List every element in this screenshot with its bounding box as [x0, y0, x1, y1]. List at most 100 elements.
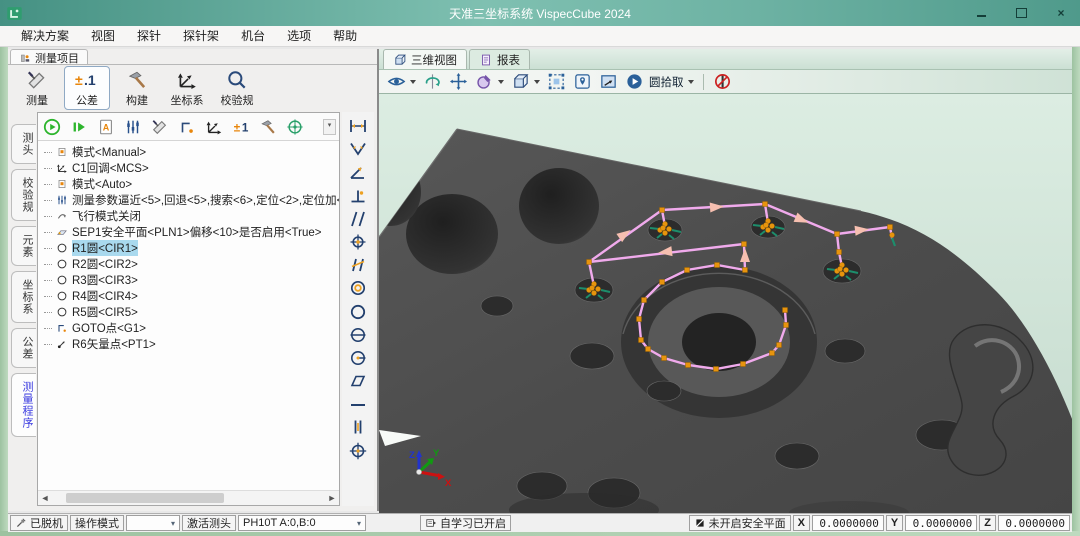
- tree-horizontal-scrollbar[interactable]: ◄ ►: [38, 490, 339, 505]
- step-run-button[interactable]: [68, 116, 90, 138]
- axis-y-label: Y: [433, 448, 440, 459]
- coordsys-tool-button[interactable]: [203, 116, 225, 138]
- tree-item-goto-point[interactable]: GOTO点<G1>: [38, 320, 339, 336]
- 3d-viewport[interactable]: Z Y X: [379, 94, 1072, 513]
- cube-view-icon[interactable]: [511, 72, 530, 91]
- circle-pick-label[interactable]: 圆拾取: [649, 74, 684, 90]
- pan-icon[interactable]: [449, 72, 468, 91]
- goto-icon: [178, 118, 196, 136]
- coord-z-label: Z: [979, 515, 996, 531]
- construct-tool-button[interactable]: [257, 116, 279, 138]
- parallelism-icon[interactable]: [348, 209, 368, 229]
- circle-icon: [56, 306, 68, 318]
- symmetry-line-icon[interactable]: [348, 348, 368, 368]
- parameters-button[interactable]: [122, 116, 144, 138]
- report-icon: [479, 53, 493, 67]
- perpendicularity-icon[interactable]: [348, 186, 368, 206]
- menu-probe-rack[interactable]: 探针架: [172, 26, 230, 47]
- flatness-icon[interactable]: [348, 371, 368, 391]
- fit-window-icon[interactable]: [599, 72, 618, 91]
- disable-probe-icon[interactable]: [713, 72, 732, 91]
- gauge-button[interactable]: 校验规: [214, 66, 260, 110]
- chevron-down-icon[interactable]: [688, 80, 694, 84]
- operation-mode-select[interactable]: ▾: [126, 515, 180, 531]
- close-icon[interactable]: ×: [1050, 4, 1072, 22]
- menu-probe[interactable]: 探针: [126, 26, 172, 47]
- minimize-icon[interactable]: [970, 4, 992, 22]
- locate-button[interactable]: [284, 116, 306, 138]
- tab-3d-view[interactable]: 三维视图: [383, 49, 467, 69]
- tree-item-circle-r4[interactable]: R4圆<CIR4>: [38, 288, 339, 304]
- concentricity-icon[interactable]: [348, 278, 368, 298]
- side-tab-probe[interactable]: 测头: [11, 124, 36, 164]
- tree-item-circle-r1[interactable]: R1圆<CIR1>: [38, 240, 339, 256]
- active-probe-label: 激活测头: [182, 515, 236, 531]
- rotate-icon[interactable]: [423, 72, 442, 91]
- run-button[interactable]: [41, 116, 63, 138]
- measure-button[interactable]: 测量: [14, 66, 60, 110]
- menu-machine[interactable]: 机台: [230, 26, 276, 47]
- view-eye-icon[interactable]: [387, 72, 406, 91]
- position-icon[interactable]: [348, 232, 368, 252]
- menu-help[interactable]: 帮助: [322, 26, 368, 47]
- side-tab-elements[interactable]: 元素: [11, 226, 36, 266]
- application-window: 天准三坐标系统 VispecCube 2024 × 解决方案 视图 探针 探针架…: [0, 0, 1080, 536]
- circle-icon: [56, 242, 68, 254]
- zoom-region-icon[interactable]: [547, 72, 566, 91]
- tab-measurement-project[interactable]: 测量项目: [10, 49, 88, 65]
- tree-item-circle-r2[interactable]: R2圆<CIR2>: [38, 256, 339, 272]
- menu-view[interactable]: 视图: [80, 26, 126, 47]
- tree-item-circle-r5[interactable]: R5圆<CIR5>: [38, 304, 339, 320]
- 3d-view-icon: [393, 53, 407, 67]
- chevron-down-icon[interactable]: [410, 80, 416, 84]
- tree-item-safety-plane[interactable]: SEP1安全平面<PLN1>偏移<10>是否启用<True>: [38, 224, 339, 240]
- coord-x-value: 0.0000000: [812, 515, 884, 531]
- menu-options[interactable]: 选项: [276, 26, 322, 47]
- scroll-right-icon[interactable]: ►: [325, 493, 339, 503]
- tree-item-mode-auto[interactable]: 模式<Auto>: [38, 176, 339, 192]
- tolerance-tool-button[interactable]: [230, 116, 252, 138]
- tree-item-measure-params[interactable]: 测量参数逼近<5>,回退<5>,搜索<6>,定位<2>,定位加<2>,测量: [38, 192, 339, 208]
- tree-item-vector-point[interactable]: R6矢量点<PT1>: [38, 336, 339, 352]
- axis-z-label: Z: [409, 450, 415, 461]
- tree-item-fly-mode[interactable]: 飞行模式关闭: [38, 208, 339, 224]
- construct-button[interactable]: 构建: [114, 66, 160, 110]
- view-toolbar: 圆拾取: [379, 70, 1072, 94]
- side-tab-coordsys[interactable]: 坐标系: [11, 271, 36, 323]
- chevron-down-icon[interactable]: [498, 80, 504, 84]
- goto-button[interactable]: [176, 116, 198, 138]
- coordsys-button[interactable]: 坐标系: [164, 66, 210, 110]
- parallel-lines-icon[interactable]: [348, 417, 368, 437]
- angle-icon[interactable]: [348, 162, 368, 182]
- measure-tool-button[interactable]: [149, 116, 171, 138]
- distance-icon[interactable]: [348, 116, 368, 136]
- straightness-icon[interactable]: [348, 394, 368, 414]
- chevron-down-icon[interactable]: [534, 80, 540, 84]
- locate-pin-icon[interactable]: [573, 72, 592, 91]
- tree-item-mode-manual[interactable]: 模式<Manual>: [38, 144, 339, 160]
- symmetry-icon[interactable]: [348, 325, 368, 345]
- side-tab-tolerance[interactable]: 公差: [11, 328, 36, 368]
- step-run-icon: [70, 118, 88, 136]
- tree-item-circle-r3[interactable]: R3圆<CIR3>: [38, 272, 339, 288]
- v-angle-icon[interactable]: [348, 139, 368, 159]
- maximize-icon[interactable]: [1010, 4, 1032, 22]
- angularity-icon[interactable]: [348, 255, 368, 275]
- scroll-left-icon[interactable]: ◄: [38, 493, 52, 503]
- menu-solution[interactable]: 解决方案: [10, 26, 80, 47]
- callback-icon: [56, 162, 68, 174]
- active-probe-select[interactable]: PH10T A:0,B:0 ▾: [238, 515, 366, 531]
- circle-pick-icon[interactable]: [625, 72, 644, 91]
- tab-report[interactable]: 报表: [469, 49, 530, 69]
- render-style-icon[interactable]: [475, 72, 494, 91]
- position-target-icon[interactable]: [348, 441, 368, 461]
- program-button[interactable]: [95, 116, 117, 138]
- roundness-icon[interactable]: [348, 302, 368, 322]
- tree-item-callback[interactable]: C1回调<MCS>: [38, 160, 339, 176]
- construct-icon: [126, 69, 148, 91]
- side-tab-program[interactable]: 测量程序: [11, 373, 36, 437]
- scrollbar-thumb[interactable]: [66, 493, 224, 503]
- toolbar-overflow-button[interactable]: ▾: [323, 119, 336, 135]
- side-tab-gauge[interactable]: 校验规: [11, 169, 36, 221]
- tolerance-button[interactable]: 公差: [64, 66, 110, 110]
